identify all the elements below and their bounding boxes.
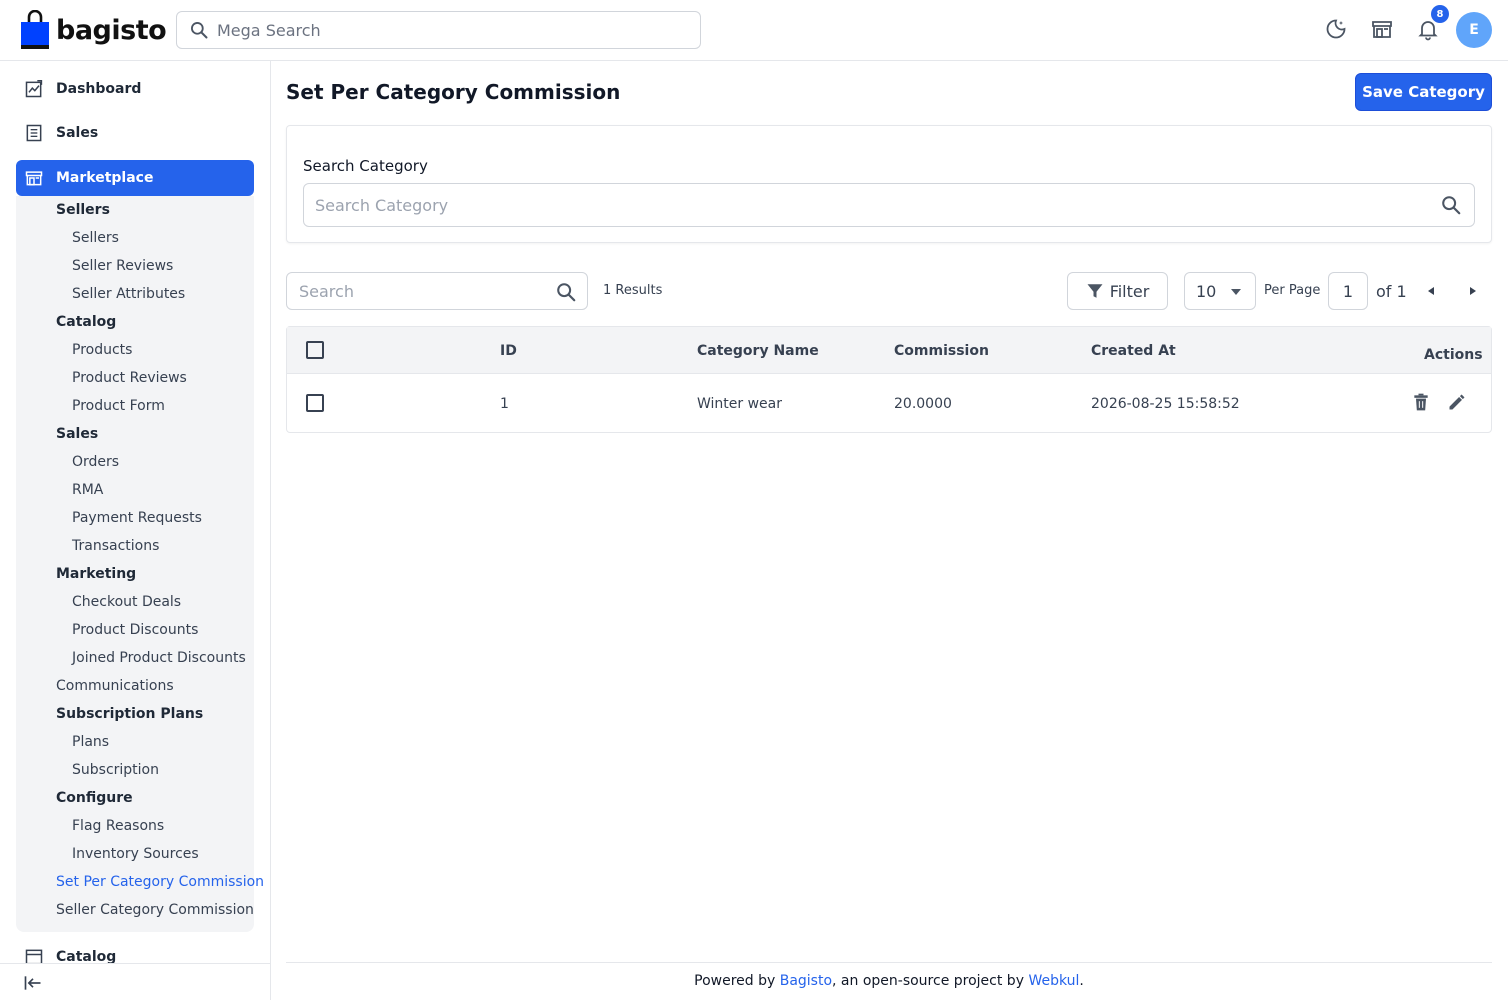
- dashboard-icon: [25, 80, 43, 98]
- column-header-created-at[interactable]: Created At: [1091, 343, 1176, 359]
- table-header-row: ID Category Name Commission Created At A…: [287, 327, 1491, 374]
- submenu-group-configure[interactable]: Configure: [56, 790, 133, 806]
- submenu-item-sellers[interactable]: Sellers: [72, 230, 119, 246]
- total-pages-label: of 1: [1376, 282, 1407, 301]
- footer-middle: , an open-source project by: [832, 973, 1029, 989]
- submenu-item-seller-category-commission[interactable]: Seller Category Commission: [56, 902, 254, 918]
- cell-commission: 20.0000: [894, 396, 952, 412]
- user-avatar[interactable]: E: [1456, 12, 1492, 48]
- submenu-item-communications[interactable]: Communications: [56, 678, 174, 694]
- store-icon: [25, 171, 43, 186]
- submenu-item-products[interactable]: Products: [72, 342, 132, 358]
- submenu-item-joined-product-discounts[interactable]: Joined Product Discounts: [72, 650, 246, 666]
- column-header-actions: Actions: [1424, 347, 1483, 363]
- category-search-box[interactable]: [303, 183, 1475, 227]
- commission-table: ID Category Name Commission Created At A…: [286, 326, 1492, 433]
- submenu-item-plans[interactable]: Plans: [72, 734, 109, 750]
- sales-icon: [26, 124, 42, 142]
- filter-icon: [1087, 284, 1103, 298]
- submenu-group-sellers[interactable]: Sellers: [56, 202, 110, 218]
- submenu-item-set-per-category-commission[interactable]: Set Per Category Commission: [56, 874, 264, 890]
- marketplace-submenu: Sellers Sellers Seller Reviews Seller At…: [16, 196, 264, 932]
- mega-search-box[interactable]: [176, 11, 701, 49]
- datagrid-search-box[interactable]: [286, 272, 588, 310]
- search-icon: [191, 22, 208, 39]
- current-page-input[interactable]: [1328, 272, 1368, 310]
- edit-pencil-icon[interactable]: [1446, 391, 1468, 413]
- submenu-item-transactions[interactable]: Transactions: [72, 538, 159, 554]
- per-page-select[interactable]: 10: [1184, 272, 1256, 310]
- column-header-commission[interactable]: Commission: [894, 343, 989, 359]
- sidebar-item-label: Dashboard: [56, 81, 142, 97]
- footer-webkul-link[interactable]: Webkul: [1028, 973, 1079, 989]
- brand-name: bagisto: [56, 14, 167, 46]
- search-icon[interactable]: [555, 281, 577, 303]
- dark-mode-toggle-icon[interactable]: [1323, 16, 1349, 42]
- brand-logo[interactable]: bagisto: [20, 9, 167, 50]
- sidebar-item-dashboard[interactable]: Dashboard: [16, 71, 254, 107]
- per-page-label: Per Page: [1264, 283, 1321, 298]
- cell-created-at: 2026-08-25 15:58:52: [1091, 396, 1240, 412]
- page-title: Set Per Category Commission: [286, 80, 621, 104]
- page-footer: Powered by Bagisto, an open-source proje…: [286, 962, 1492, 1000]
- top-header: bagisto 8 E: [0, 0, 1508, 61]
- sidebar-item-label: Marketplace: [56, 170, 154, 186]
- row-checkbox[interactable]: [306, 394, 324, 412]
- submenu-item-payment-requests[interactable]: Payment Requests: [72, 510, 202, 526]
- cell-category-name: Winter wear: [697, 396, 783, 412]
- mega-search-input[interactable]: [217, 20, 677, 40]
- submenu-item-product-reviews[interactable]: Product Reviews: [72, 370, 187, 386]
- previous-page-icon[interactable]: [1423, 283, 1439, 299]
- filter-label: Filter: [1109, 281, 1150, 301]
- sidebar-item-sales[interactable]: Sales: [16, 115, 254, 151]
- storefront-icon[interactable]: [1369, 16, 1395, 42]
- shopping-bag-icon: [20, 9, 50, 50]
- submenu-item-product-discounts[interactable]: Product Discounts: [72, 622, 198, 638]
- submenu-item-subscription[interactable]: Subscription: [72, 762, 159, 778]
- footer-suffix: .: [1079, 973, 1084, 989]
- submenu-item-seller-attributes[interactable]: Seller Attributes: [72, 286, 185, 302]
- submenu-item-seller-reviews[interactable]: Seller Reviews: [72, 258, 173, 274]
- delete-icon[interactable]: [1410, 391, 1432, 413]
- submenu-item-orders[interactable]: Orders: [72, 454, 119, 470]
- collapse-sidebar-icon[interactable]: [23, 973, 43, 993]
- notification-count-badge: 8: [1431, 5, 1449, 23]
- submenu-item-checkout-deals[interactable]: Checkout Deals: [72, 594, 181, 610]
- save-category-button[interactable]: Save Category: [1355, 73, 1492, 111]
- column-header-id[interactable]: ID: [500, 343, 517, 359]
- sidebar-item-marketplace[interactable]: Marketplace: [16, 160, 254, 196]
- submenu-group-subscription-plans[interactable]: Subscription Plans: [56, 706, 203, 722]
- select-all-checkbox[interactable]: [306, 341, 324, 359]
- category-search-input[interactable]: [315, 195, 1415, 215]
- sidebar: Dashboard Sales Marketplace Sellers Sell…: [0, 61, 271, 1000]
- filter-button[interactable]: Filter: [1067, 272, 1168, 310]
- next-page-icon[interactable]: [1465, 283, 1481, 299]
- submenu-item-flag-reasons[interactable]: Flag Reasons: [72, 818, 164, 834]
- submenu-item-product-form[interactable]: Product Form: [72, 398, 165, 414]
- submenu-group-catalog[interactable]: Catalog: [56, 314, 116, 330]
- results-count: 1 Results: [603, 283, 663, 298]
- sidebar-item-label: Sales: [56, 125, 99, 141]
- caret-down-icon: [1231, 289, 1241, 295]
- footer-prefix: Powered by: [694, 973, 780, 989]
- sidebar-collapse-bar: [0, 963, 270, 1000]
- submenu-item-inventory-sources[interactable]: Inventory Sources: [72, 846, 199, 862]
- submenu-group-sales[interactable]: Sales: [56, 426, 98, 442]
- cell-id: 1: [500, 396, 509, 412]
- column-header-category-name[interactable]: Category Name: [697, 343, 819, 359]
- submenu-item-rma[interactable]: RMA: [72, 482, 103, 498]
- datagrid-search-input[interactable]: [299, 281, 539, 301]
- category-search-label: Search Category: [303, 157, 428, 175]
- category-search-card: Search Category: [286, 125, 1492, 243]
- submenu-group-marketing[interactable]: Marketing: [56, 566, 136, 582]
- per-page-value: 10: [1196, 281, 1217, 301]
- footer-bagisto-link[interactable]: Bagisto: [780, 973, 832, 989]
- search-icon[interactable]: [1440, 194, 1462, 216]
